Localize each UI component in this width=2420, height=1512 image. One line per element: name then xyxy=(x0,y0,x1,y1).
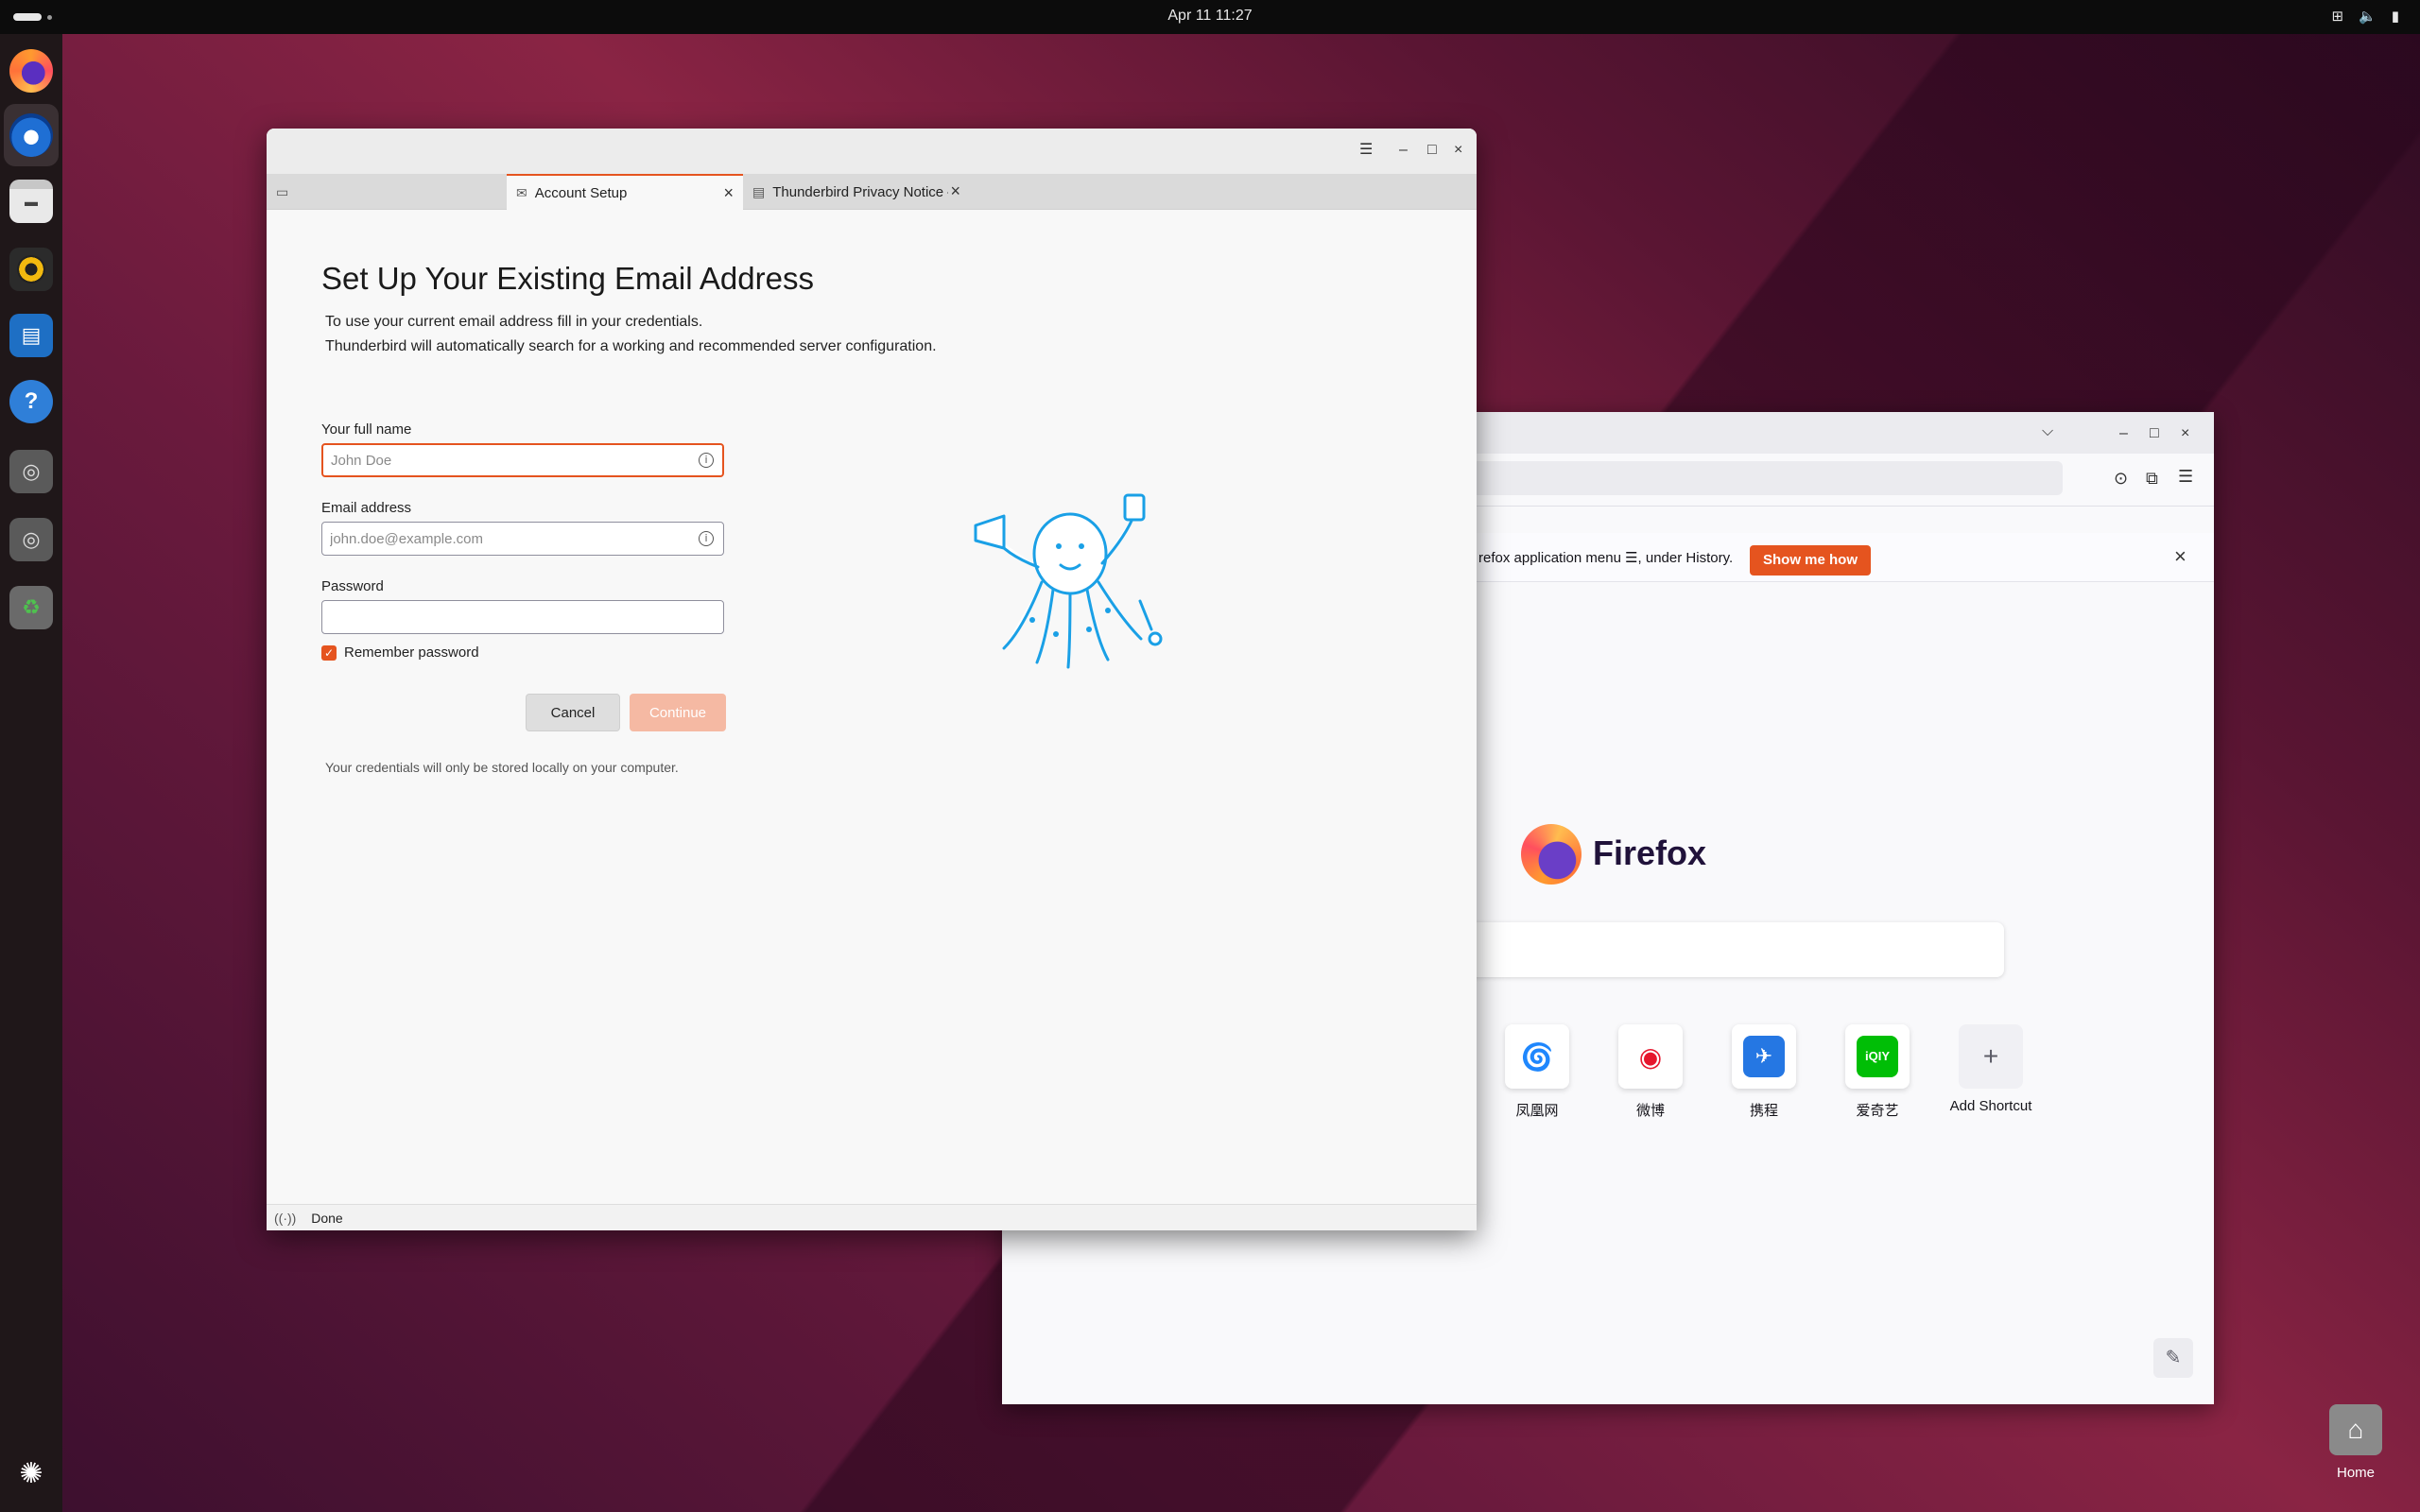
tab-privacy-notice[interactable]: ▤ Thunderbird Privacy Notice – × xyxy=(743,174,970,210)
help-icon[interactable]: ? xyxy=(9,380,53,423)
remember-label: Remember password xyxy=(344,644,479,661)
thunderbird-icon[interactable] xyxy=(9,113,53,157)
tab-account-setup[interactable]: ✉ Account Setup × xyxy=(507,174,743,210)
continue-button[interactable]: Continue xyxy=(630,694,726,731)
check-icon[interactable]: ✓ xyxy=(321,644,337,661)
weibo-icon: ◉ xyxy=(1618,1024,1683,1089)
shortcut-label: 微博 xyxy=(1635,1103,1665,1119)
close-icon[interactable]: × xyxy=(950,181,960,201)
status-bar: ((·)) Done xyxy=(267,1204,1477,1230)
password-field[interactable] xyxy=(321,600,724,634)
top-bar: Apr 11 11:27 ⊞ 🔈 ▮ xyxy=(0,0,2420,34)
tab-list-icon[interactable]: ⌵ xyxy=(2042,423,2053,440)
network-icon[interactable]: ⊞ xyxy=(2331,8,2343,25)
octopus-mascot-illustration xyxy=(974,493,1163,669)
home-folder-icon[interactable]: ⌂ xyxy=(2329,1404,2382,1455)
add-shortcut-button[interactable]: + Add Shortcut xyxy=(1947,1024,2034,1114)
firefox-wordmark: Firefox xyxy=(1593,833,1707,872)
shortcut-weibo[interactable]: ◉ 微博 xyxy=(1607,1024,1694,1120)
shortcut-iqiyi[interactable]: iQIY 爱奇艺 xyxy=(1834,1024,1921,1120)
speaker-icon[interactable] xyxy=(9,248,53,291)
thunderbird-titlebar[interactable]: ☰ – □ × xyxy=(267,129,1477,174)
info-icon[interactable]: i xyxy=(699,531,714,546)
cancel-button[interactable]: Cancel xyxy=(526,694,620,731)
close-icon[interactable]: × xyxy=(723,183,734,203)
minimize-icon[interactable]: – xyxy=(1399,142,1408,159)
url-bar[interactable]: address xyxy=(1399,461,2063,495)
fullname-field[interactable] xyxy=(321,443,724,477)
extensions-icon[interactable]: ⧉ xyxy=(2146,469,2158,489)
dock: ▬ ▤ ? ◎ ◎ ♻ ✺ xyxy=(0,34,62,1512)
remember-password-checkbox[interactable]: ✓ Remember password xyxy=(321,644,479,661)
fullname-label: Your full name xyxy=(321,421,412,438)
password-label: Password xyxy=(321,578,384,594)
email-field[interactable] xyxy=(321,522,724,556)
plus-icon: + xyxy=(1959,1024,2023,1089)
email-label: Email address xyxy=(321,500,412,516)
close-icon[interactable]: × xyxy=(2174,544,2187,569)
document-icon[interactable]: ▤ xyxy=(9,314,53,357)
thunderbird-window: ☰ – □ × ▭ ✉ Account Setup × ▤ Thunderbir… xyxy=(267,129,1477,1230)
maximize-icon[interactable]: □ xyxy=(1427,142,1437,159)
ctrip-icon: ✈ xyxy=(1732,1024,1796,1089)
menu-icon[interactable]: ☰ xyxy=(1359,140,1373,159)
tab-bar: ▭ ✉ Account Setup × ▤ Thunderbird Privac… xyxy=(267,174,1477,210)
description-line: Thunderbird will automatically search fo… xyxy=(325,338,937,354)
shortcut-label: Add Shortcut xyxy=(1949,1098,2032,1114)
volume-icon[interactable]: 🔈 xyxy=(2359,8,2377,25)
shortcut-label: 携程 xyxy=(1749,1103,1778,1119)
status-text: Done xyxy=(311,1211,343,1226)
tab-label: Thunderbird Privacy Notice – xyxy=(772,183,949,200)
menu-icon[interactable]: ☰ xyxy=(2178,467,2193,487)
shortcut-label: 凤凰网 xyxy=(1515,1103,1559,1119)
clock[interactable]: Apr 11 11:27 xyxy=(0,8,2420,25)
iqiyi-icon: iQIY xyxy=(1845,1024,1910,1089)
shortcut-ctrip[interactable]: ✈ 携程 xyxy=(1720,1024,1807,1120)
maximize-icon[interactable]: □ xyxy=(2150,425,2159,442)
minimize-icon[interactable]: – xyxy=(2119,425,2128,442)
folder-icon[interactable]: ▭ xyxy=(267,174,304,210)
page-icon: ▤ xyxy=(752,183,766,199)
tab-label: Account Setup xyxy=(534,184,628,201)
system-tray[interactable]: ⊞ 🔈 ▮ xyxy=(2331,8,2399,25)
pencil-icon[interactable]: ✎ xyxy=(2153,1338,2193,1378)
disk-icon[interactable]: ◎ xyxy=(9,450,53,493)
firefox-logo xyxy=(1521,824,1582,885)
credentials-footnote: Your credentials will only be stored loc… xyxy=(325,760,679,775)
account-setup-icon: ✉ xyxy=(516,184,527,200)
ifeng-icon: 🌀 xyxy=(1505,1024,1569,1089)
description-line: To use your current email address fill i… xyxy=(325,314,703,330)
close-icon[interactable]: × xyxy=(2181,425,2189,442)
files-icon[interactable]: ▬ xyxy=(9,180,53,223)
shortcut-ifeng[interactable]: 🌀 凤凰网 xyxy=(1494,1024,1581,1120)
battery-icon[interactable]: ▮ xyxy=(2392,8,2399,25)
account-icon[interactable]: ⊙ xyxy=(2114,469,2128,489)
info-icon[interactable]: i xyxy=(699,453,714,468)
show-me-how-button[interactable]: Show me how xyxy=(1750,545,1872,576)
page-title: Set Up Your Existing Email Address xyxy=(321,261,814,296)
home-folder-label: Home xyxy=(2336,1465,2375,1481)
firefox-icon[interactable] xyxy=(9,49,53,93)
activity-icon: ((·)) xyxy=(274,1211,297,1226)
notice-text: refox application menu ☰, under History. xyxy=(1478,550,1734,566)
close-icon[interactable]: × xyxy=(1454,142,1462,159)
disk-icon-2[interactable]: ◎ xyxy=(9,518,53,561)
shortcut-label: 爱奇艺 xyxy=(1856,1103,1899,1119)
ubuntu-icon[interactable]: ✺ xyxy=(9,1452,53,1495)
trash-icon[interactable]: ♻ xyxy=(9,586,53,629)
